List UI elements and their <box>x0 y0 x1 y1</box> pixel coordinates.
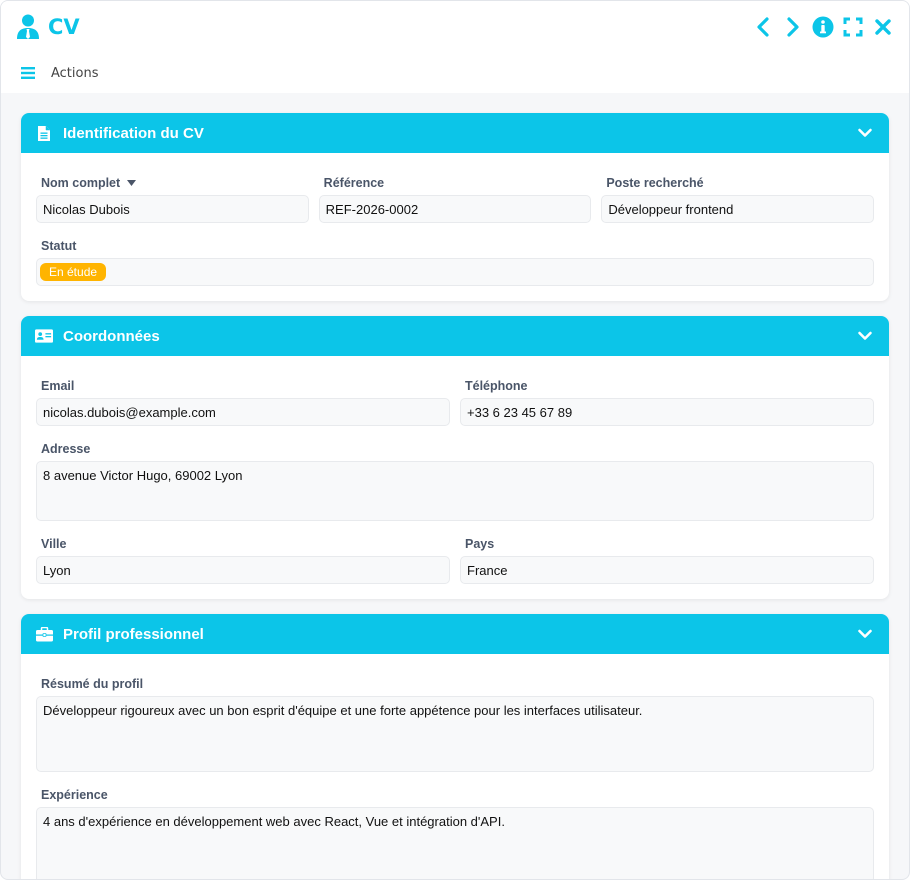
chevron-down-icon[interactable] <box>857 626 873 642</box>
form-content: Identification du CV Nom complet Nicolas… <box>1 93 909 879</box>
experience-textarea[interactable]: 4 ans d'expérience en développement web … <box>36 807 874 879</box>
pays-field: Pays France <box>460 534 874 584</box>
profil-section-body: Résumé du profil Développeur rigoureux a… <box>21 654 889 879</box>
document-icon <box>35 124 53 142</box>
statut-input[interactable]: En étude <box>36 258 874 286</box>
user-tie-icon <box>16 14 40 40</box>
ville-label: Ville <box>41 537 67 551</box>
identification-section: Identification du CV Nom complet Nicolas… <box>21 113 889 301</box>
ville-field: Ville Lyon <box>36 534 450 584</box>
adresse-field: Adresse 8 avenue Victor Hugo, 69002 Lyon <box>36 439 874 521</box>
reference-field: Référence REF-2026-0002 <box>318 173 592 223</box>
action-bar: Actions <box>1 53 909 93</box>
profil-section-title: Profil professionnel <box>63 625 204 643</box>
next-button[interactable] <box>781 15 805 39</box>
chevron-left-icon <box>757 17 769 37</box>
resume-label: Résumé du profil <box>41 677 144 691</box>
statut-label: Statut <box>41 239 77 253</box>
cv-window: CV Actions Identification du CV Nom comp… <box>0 0 910 880</box>
contact-card-icon <box>35 327 53 345</box>
poste-label: Poste recherché <box>606 176 704 190</box>
info-button[interactable] <box>811 15 835 39</box>
adresse-textarea[interactable]: 8 avenue Victor Hugo, 69002 Lyon <box>36 461 874 521</box>
statut-field: Statut En étude <box>36 236 874 286</box>
window-title: CV <box>48 15 80 39</box>
nom-complet-input[interactable]: Nicolas Dubois <box>36 195 309 223</box>
telephone-label: Téléphone <box>465 379 528 393</box>
experience-field: Expérience 4 ans d'expérience en dévelop… <box>36 785 874 879</box>
caret-down-icon[interactable] <box>127 180 137 186</box>
telephone-input[interactable]: +33 6 23 45 67 89 <box>460 398 874 426</box>
chevron-down-icon[interactable] <box>857 328 873 344</box>
hamburger-menu-icon[interactable] <box>21 67 35 79</box>
info-icon <box>812 16 834 38</box>
coordonnees-section-title: Coordonnées <box>63 327 160 345</box>
actions-menu-label[interactable]: Actions <box>51 66 99 81</box>
nom-complet-label: Nom complet <box>41 176 121 190</box>
identification-section-title: Identification du CV <box>63 124 204 142</box>
previous-button[interactable] <box>751 15 775 39</box>
resume-textarea[interactable]: Développeur rigoureux avec un bon esprit… <box>36 696 874 772</box>
expand-icon <box>843 17 863 37</box>
experience-label: Expérience <box>41 788 108 802</box>
ville-input[interactable]: Lyon <box>36 556 450 584</box>
coordonnees-section-header[interactable]: Coordonnées <box>21 316 889 356</box>
chevron-down-icon[interactable] <box>857 125 873 141</box>
poste-field: Poste recherché Développeur frontend <box>601 173 875 223</box>
nom-complet-field: Nom complet Nicolas Dubois <box>36 173 309 223</box>
profil-section: Profil professionnel Résumé du profil Dé… <box>21 614 889 879</box>
reference-input[interactable]: REF-2026-0002 <box>318 195 592 223</box>
poste-input[interactable]: Développeur frontend <box>601 195 875 223</box>
title-bar: CV <box>1 1 909 53</box>
close-button[interactable] <box>871 15 895 39</box>
email-input[interactable]: nicolas.dubois@example.com <box>36 398 450 426</box>
identification-section-header[interactable]: Identification du CV <box>21 113 889 153</box>
profil-section-header[interactable]: Profil professionnel <box>21 614 889 654</box>
telephone-field: Téléphone +33 6 23 45 67 89 <box>460 376 874 426</box>
window-controls <box>751 15 895 39</box>
coordonnees-section-body: Email nicolas.dubois@example.com Télépho… <box>21 356 889 599</box>
coordonnees-section: Coordonnées Email nicolas.dubois@example… <box>21 316 889 599</box>
pays-input[interactable]: France <box>460 556 874 584</box>
close-icon <box>875 19 891 35</box>
email-label: Email <box>41 379 75 393</box>
email-field: Email nicolas.dubois@example.com <box>36 376 450 426</box>
briefcase-icon <box>35 625 53 643</box>
chevron-right-icon <box>787 17 799 37</box>
resume-field: Résumé du profil Développeur rigoureux a… <box>36 674 874 772</box>
adresse-label: Adresse <box>41 442 91 456</box>
pays-label: Pays <box>465 537 495 551</box>
identification-section-body: Nom complet Nicolas Dubois Référence REF… <box>21 153 889 301</box>
reference-label: Référence <box>323 176 385 190</box>
status-badge: En étude <box>40 263 107 281</box>
fullscreen-button[interactable] <box>841 15 865 39</box>
